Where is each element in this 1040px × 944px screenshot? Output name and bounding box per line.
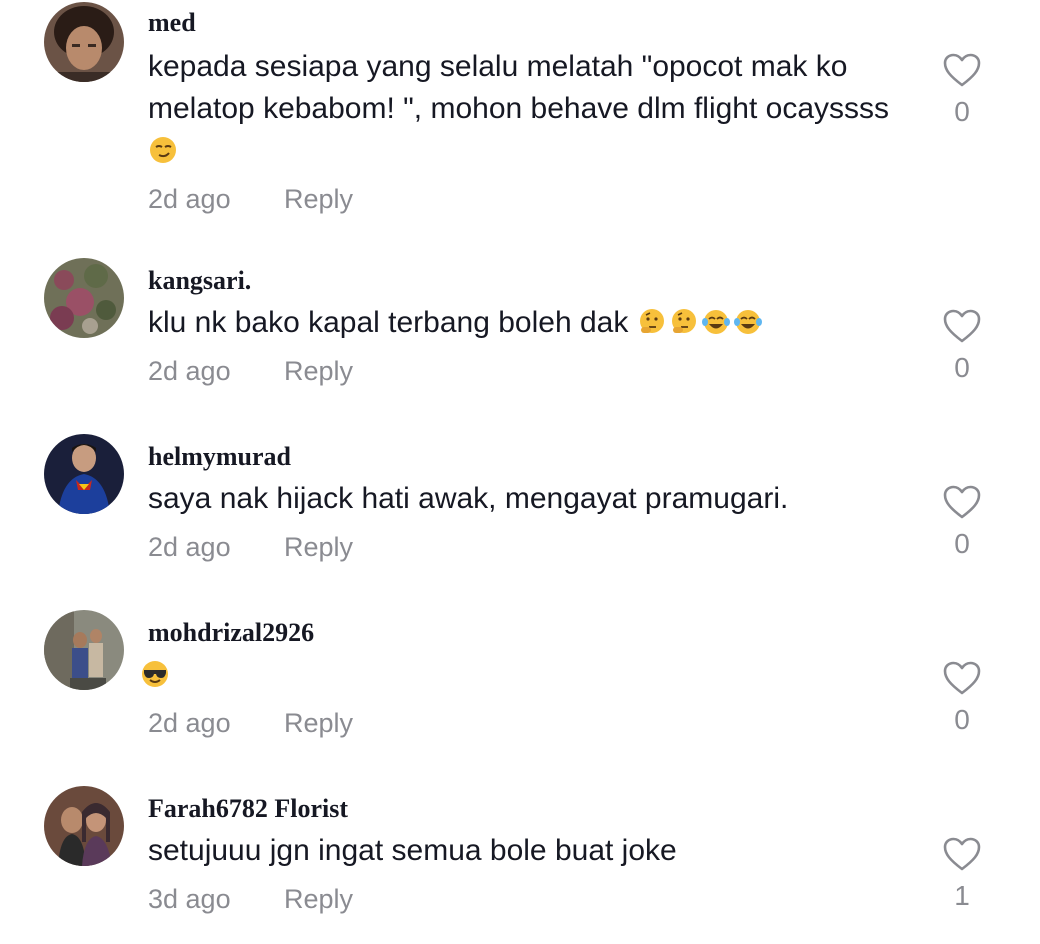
comment-meta: 2d ago Reply bbox=[148, 532, 353, 563]
username[interactable]: helmymurad bbox=[148, 442, 291, 472]
comment-meta: 3d ago Reply bbox=[148, 884, 353, 915]
avatar[interactable] bbox=[44, 2, 124, 82]
avatar[interactable] bbox=[44, 786, 124, 866]
avatar[interactable] bbox=[44, 434, 124, 514]
timestamp: 2d ago bbox=[148, 356, 231, 386]
like-count: 0 bbox=[954, 352, 970, 383]
avatar[interactable] bbox=[44, 258, 124, 338]
like-control: 0 bbox=[938, 484, 986, 560]
comment-body: setujuuu jgn ingat semua bole buat joke bbox=[148, 834, 677, 867]
comment-body: klu nk bako kapal terbang boleh dak bbox=[148, 306, 629, 339]
timestamp: 2d ago bbox=[148, 184, 231, 214]
comment-body: saya nak hijack hati awak, mengayat pram… bbox=[148, 482, 789, 515]
timestamp: 2d ago bbox=[148, 532, 231, 562]
heart-outline-icon[interactable] bbox=[942, 52, 982, 88]
username[interactable]: Farah6782 Florist bbox=[148, 794, 348, 824]
username[interactable]: mohdrizal2926 bbox=[148, 618, 314, 648]
username[interactable]: kangsari. bbox=[148, 266, 251, 296]
reply-button[interactable]: Reply bbox=[284, 356, 353, 386]
heart-outline-icon[interactable] bbox=[942, 660, 982, 696]
smirking-face-icon bbox=[148, 135, 178, 165]
like-control: 0 bbox=[938, 52, 986, 128]
heart-outline-icon[interactable] bbox=[942, 308, 982, 344]
reply-button[interactable]: Reply bbox=[284, 532, 353, 562]
reply-button[interactable]: Reply bbox=[284, 708, 353, 738]
like-control: 1 bbox=[938, 836, 986, 912]
heart-outline-icon[interactable] bbox=[942, 484, 982, 520]
tears-of-joy-face-icon bbox=[733, 307, 763, 337]
comment-text: klu nk bako kapal terbang boleh dak bbox=[148, 302, 918, 344]
comment-meta: 2d ago Reply bbox=[148, 184, 353, 215]
avatar[interactable] bbox=[44, 610, 124, 690]
like-control: 0 bbox=[938, 308, 986, 384]
comment-meta: 2d ago Reply bbox=[148, 356, 353, 387]
heart-outline-icon[interactable] bbox=[942, 836, 982, 872]
comment-text: kepada sesiapa yang selalu melatah "opoc… bbox=[148, 46, 918, 172]
timestamp: 3d ago bbox=[148, 884, 231, 914]
comment-text: setujuuu jgn ingat semua bole buat joke bbox=[148, 830, 918, 872]
comment-meta: 2d ago Reply bbox=[148, 708, 353, 739]
like-count: 1 bbox=[954, 880, 970, 911]
comment-body: kepada sesiapa yang selalu melatah "opoc… bbox=[148, 50, 890, 125]
comment-text bbox=[142, 654, 918, 696]
timestamp: 2d ago bbox=[148, 708, 231, 738]
username[interactable]: med bbox=[148, 8, 196, 38]
reply-button[interactable]: Reply bbox=[284, 184, 353, 214]
like-control: 0 bbox=[938, 660, 986, 736]
thinking-face-icon bbox=[637, 307, 667, 337]
comment-text: saya nak hijack hati awak, mengayat pram… bbox=[148, 478, 918, 520]
reply-button[interactable]: Reply bbox=[284, 884, 353, 914]
like-count: 0 bbox=[954, 96, 970, 127]
like-count: 0 bbox=[954, 528, 970, 559]
tears-of-joy-face-icon bbox=[701, 307, 731, 337]
sunglasses-face-icon bbox=[140, 659, 170, 689]
like-count: 0 bbox=[954, 704, 970, 735]
thinking-face-icon bbox=[669, 307, 699, 337]
